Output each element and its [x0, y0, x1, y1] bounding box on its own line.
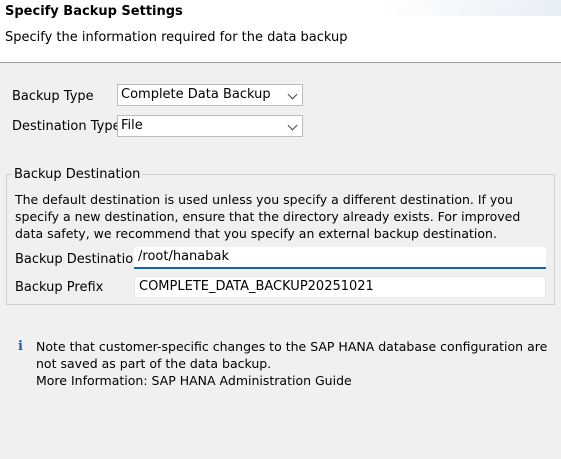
- destination-type-value: File: [121, 118, 143, 133]
- chevron-down-icon: [287, 89, 298, 100]
- wizard-header: Specify Backup Settings Specify the info…: [0, 0, 561, 63]
- backup-destination-group-title: Backup Destination: [12, 167, 143, 182]
- info-note-text: Note that customer-specific changes to t…: [36, 339, 548, 371]
- backup-type-value: Complete Data Backup: [121, 87, 271, 102]
- backup-destination-description: The default destination is used unless y…: [15, 192, 521, 241]
- destination-type-label: Destination Type: [12, 119, 121, 134]
- backup-type-select[interactable]: Complete Data Backup: [117, 84, 303, 106]
- more-information-text: More Information: SAP HANA Administratio…: [36, 373, 352, 388]
- backup-destination-input[interactable]: /root/hanabak: [134, 247, 546, 269]
- info-icon: i: [18, 339, 23, 354]
- page-description: Specify the information required for the…: [5, 30, 348, 45]
- info-note: Note that customer-specific changes to t…: [36, 338, 551, 389]
- chevron-down-icon: [287, 120, 298, 131]
- backup-prefix-input[interactable]: COMPLETE_DATA_BACKUP20251021: [134, 276, 546, 298]
- backup-destination-label: Backup Destination: [15, 252, 142, 267]
- header-decoration: [376, 0, 561, 16]
- destination-type-select[interactable]: File: [117, 115, 303, 137]
- page-title: Specify Backup Settings: [5, 4, 183, 19]
- backup-type-label: Backup Type: [12, 89, 94, 104]
- backup-prefix-label: Backup Prefix: [15, 280, 104, 295]
